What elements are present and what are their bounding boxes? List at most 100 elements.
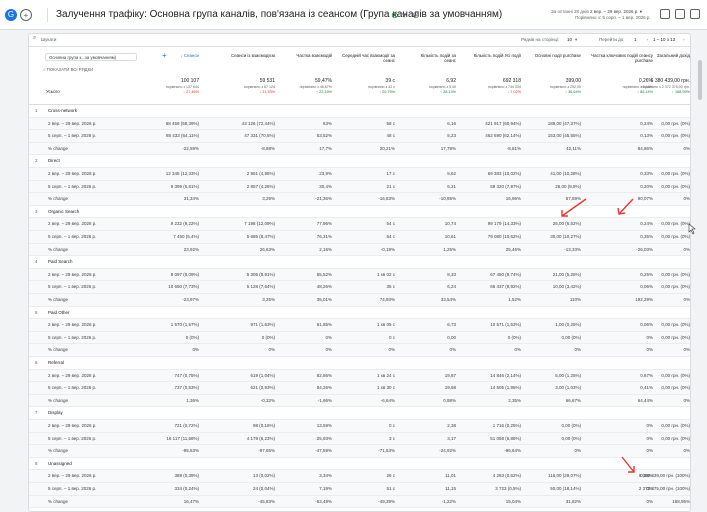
table-cell: 47 331 (70,5%) — [244, 133, 275, 139]
column-header[interactable]: Кількість подій Усі події — [463, 53, 521, 58]
table-cell: 11,15 — [445, 486, 456, 491]
table-row[interactable]: 2 вер. – 29 вер. 2026 р. 747 (0,75%) 619 (… — [29, 369, 690, 383]
table-cell: 5 128 (7,64%) — [246, 284, 275, 290]
column-header[interactable]: ↓ Сеанси — [144, 53, 199, 58]
table-row[interactable]: 2 вер. – 29 вер. 2026 р. 12 345 (12,33%) 2… — [29, 168, 690, 181]
check-circle-icon[interactable]: ⊘ — [391, 10, 399, 21]
table-row[interactable]: % change 31,34% 3,29% -21,36% -16,83% -10,95%… — [29, 193, 690, 206]
table-cell: 0% — [683, 347, 690, 353]
goto-input[interactable]: 1 — [634, 37, 637, 42]
channel-group-row[interactable]: 5 Paid Other — [29, 306, 690, 320]
column-header[interactable]: Частка взаємодій — [287, 53, 332, 58]
channel-name: Cross-network — [48, 108, 78, 113]
row-label: 5 серп. – 1 вер. 2026 р. — [48, 133, 97, 139]
channel-group-row[interactable]: 6 Referral — [29, 357, 690, 370]
dimension-select[interactable]: Основна група к...за умовчанням) — [45, 53, 137, 61]
table-row[interactable]: 5 серп. – 1 вер. 2026 р. 334 (0,24%) 24 (0… — [29, 483, 690, 496]
table-row[interactable]: % change 1,36% -0,32% -1,66% -6,64% 0,98% 2,35… — [29, 394, 690, 408]
channel-group-row[interactable]: 1 Cross-network — [29, 105, 690, 118]
channel-group-row[interactable]: 2 Direct — [29, 155, 690, 168]
date-range-value: 2 вер. – 29 вер. 2026 р. — [589, 9, 639, 14]
row-label: 2 вер. – 29 вер. 2026 р. — [48, 271, 97, 277]
table-row[interactable]: % change -23,97% 3,25% 35,01% 74,93% 33,54% 1,… — [29, 294, 690, 307]
table-cell: 61,85% — [316, 322, 332, 328]
table-row[interactable]: 2 вер. – 29 вер. 2026 р. 389 (0,39%) 13 (0… — [29, 470, 690, 483]
table-cell: 0,00 грн. (0%) — [661, 322, 690, 328]
show-all-rows-button[interactable]: ○ ПОКАЗАТИ ВСІ РЯДКИ — [43, 67, 93, 72]
table-cell: 25,93% — [316, 435, 332, 441]
column-header[interactable]: Середній час взаємодії за сеанс — [340, 53, 395, 64]
share-icon[interactable] — [675, 9, 685, 19]
search-icon: ⌕ — [33, 35, 37, 41]
edit-report-icon[interactable] — [660, 9, 670, 19]
table-cell: 2,38 — [447, 423, 456, 428]
channel-group-row[interactable]: 7 Display — [29, 407, 690, 420]
table-row[interactable]: % change -95,53% -97,65% -47,59% -71,53% -24,… — [29, 445, 690, 458]
add-tab-icon[interactable]: ⊕ — [412, 10, 420, 21]
table-row[interactable]: 5 серп. – 1 вер. 2026 р. 10 650 (7,73%) 5 … — [29, 281, 690, 294]
table-cell: 0% — [683, 397, 690, 403]
table-cell: 2 951 (4,96%) — [246, 171, 275, 176]
table-row[interactable]: 5 серп. – 1 вер. 2026 р. 88 433 (64,11%) 4… — [29, 130, 690, 143]
add-comparison-icon[interactable]: + — [20, 9, 32, 21]
chevron-down-icon[interactable]: ▾ — [575, 37, 577, 43]
column-header[interactable]: Основні події purchase — [529, 53, 581, 58]
column-header[interactable]: Сеанси із взаємодією — [215, 53, 275, 58]
table-cell: 53,52% — [316, 133, 332, 139]
table-cell: 10,74 — [444, 221, 456, 227]
report-badge[interactable]: G — [5, 9, 17, 21]
table-cell: 0,25% — [640, 271, 653, 277]
channel-group-row[interactable]: 4 Paid Search — [29, 256, 690, 269]
prev-page-icon[interactable]: ‹ — [647, 37, 649, 42]
row-number: 5 — [35, 309, 38, 315]
table-row[interactable]: 5 серп. – 1 вер. 2026 р. 737 (0,53%) 621 (… — [29, 382, 690, 395]
table-cell: 389 (0,39%) — [174, 473, 199, 479]
channel-name: Organic Search — [48, 208, 80, 214]
rows-per-page-label: Рядків на сторінці: — [521, 37, 560, 42]
rows-per-page-select[interactable]: 10 — [567, 37, 572, 42]
date-range-picker[interactable]: За останні 28 днів 2 вер. – 29 вер. 2026… — [551, 9, 651, 21]
table-cell: 116,00 (29,07%) — [548, 473, 581, 479]
table-row[interactable]: % change 16,47% -45,83% -53,49% -49,39% -1,22… — [29, 495, 690, 509]
table-row[interactable]: % change 23,92% 26,63% 2,16% -0,19% 1,25% 25,4… — [29, 243, 690, 257]
table-cell: 0,00 грн. (0%) — [661, 183, 690, 189]
table-cell: -1,22% — [441, 498, 456, 504]
row-label: % change — [48, 297, 69, 302]
insights-icon[interactable] — [690, 9, 700, 19]
table-row[interactable]: 5 серп. – 1 вер. 2026 р. 7 450 (5,4%) 5 68… — [29, 231, 690, 244]
next-page-icon[interactable]: › — [683, 37, 685, 42]
page-scrollbar[interactable] — [698, 60, 702, 100]
table-row[interactable]: 5 серп. – 1 вер. 2026 р. 16 117 (11,68%) 4… — [29, 432, 690, 446]
table-row[interactable]: 2 вер. – 29 вер. 2026 р. 8 097 (8,09%) 5 3… — [29, 268, 690, 282]
table-row[interactable]: 2 вер. – 29 вер. 2026 р. 721 (0,72%) 98 (0… — [29, 420, 690, 433]
table-row[interactable]: 2 вер. – 29 вер. 2026 р. 1 570 (1,57%) 971… — [29, 319, 690, 332]
table-cell: 0,13% — [640, 133, 653, 139]
row-label: % change — [48, 347, 69, 353]
column-header[interactable]: Кількість подій за сеанс — [408, 53, 456, 64]
channel-group-row[interactable]: 8 Unassigned — [29, 457, 690, 471]
search-input[interactable]: Шукати — [41, 37, 56, 42]
table-cell: 17,7% — [319, 145, 332, 151]
table-cell: 0% — [646, 423, 653, 428]
table-row[interactable]: 2 вер. – 29 вер. 2026 р. 68 459 (68,39%) 4… — [29, 117, 690, 131]
total-delta: ↑ 36,64% — [565, 90, 581, 95]
table-cell: 90,07% — [637, 196, 653, 202]
channel-group-row[interactable]: 3 Organic Search — [29, 205, 690, 219]
table-row[interactable]: 2 вер. – 29 вер. 2026 р. 9 232 (9,22%) 7 1… — [29, 218, 690, 231]
table-row[interactable]: % change -22,59% -8,88% 17,7% 20,21% 17,79% -8… — [29, 142, 690, 156]
table-cell: -23,97% — [182, 297, 199, 302]
table-row[interactable]: 5 серп. – 1 вер. 2026 р. 9 399 (6,81%) 2 8… — [29, 180, 690, 194]
table-cell: 33,54% — [440, 297, 456, 302]
table-row[interactable]: % change 0% 0% 0% 0% 0% 0% 0% 0% 0% — [29, 344, 690, 357]
channel-name: Paid Search — [48, 259, 73, 265]
table-cell: -47,59% — [315, 448, 332, 454]
table-cell: 0,00 грн. (0%) — [661, 385, 690, 391]
chevron-down-icon[interactable]: ▾ — [402, 10, 407, 21]
table-cell: 51 058 (6,86%) — [490, 435, 521, 441]
row-label: 5 серп. – 1 вер. 2026 р. — [48, 385, 97, 391]
table-row[interactable]: 5 серп. – 1 вер. 2026 р. 0 (0%) 0 (0%) 0% 0 … — [29, 331, 690, 345]
table-cell: -0,19% — [380, 246, 395, 252]
column-header[interactable]: Загальний дохід — [630, 53, 690, 58]
table-cell: 0,06% — [640, 322, 653, 328]
table-cell: 88 433 (64,11%) — [166, 133, 199, 139]
